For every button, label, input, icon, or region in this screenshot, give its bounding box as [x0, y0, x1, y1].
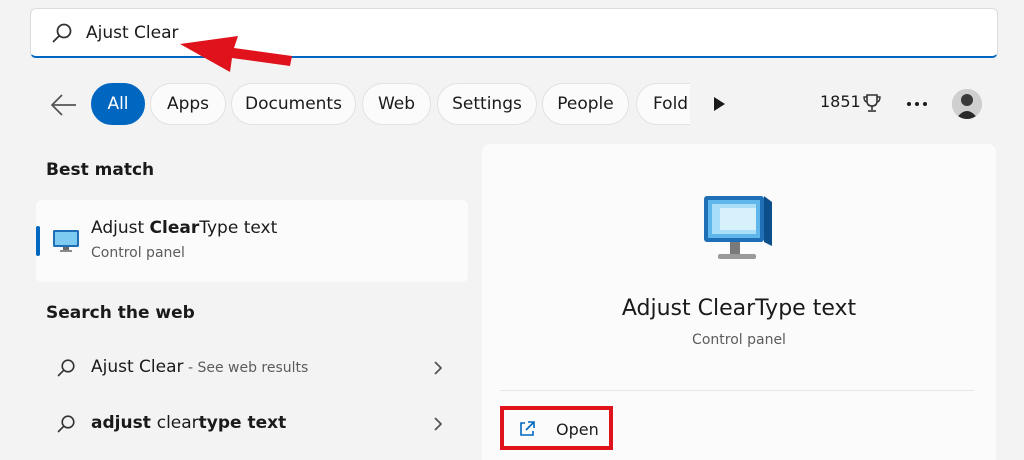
best-match-heading: Best match — [46, 160, 155, 180]
tab-people[interactable]: People — [542, 83, 629, 125]
monitor-icon — [704, 196, 772, 259]
best-match-subtitle: Control panel — [91, 245, 185, 261]
result-preview-panel: Adjust ClearType text Control panel Open — [482, 144, 996, 460]
tab-web[interactable]: Web — [362, 83, 431, 125]
web-result-row[interactable]: Ajust Clear - See web results — [36, 344, 468, 392]
web-result-row[interactable]: adjust cleartype text — [36, 400, 468, 448]
windows-search-panel: All Apps Documents Web Settings People F… — [0, 0, 1024, 460]
rewards-points: 1851 — [820, 92, 861, 111]
best-match-result[interactable]: Adjust ClearType text Control panel — [36, 200, 468, 282]
search-input[interactable] — [86, 19, 966, 47]
tab-apps[interactable]: Apps — [150, 83, 226, 125]
search-icon — [57, 415, 75, 433]
web-result-text: Ajust Clear - See web results — [91, 357, 309, 377]
tab-documents[interactable]: Documents — [231, 83, 356, 125]
tab-folders[interactable]: Fold — [636, 83, 690, 125]
monitor-icon — [53, 230, 79, 252]
open-button[interactable]: Open — [500, 406, 613, 450]
divider — [500, 390, 974, 391]
avatar[interactable] — [952, 89, 982, 119]
preview-subtitle: Control panel — [692, 332, 786, 348]
tab-all[interactable]: All — [91, 83, 145, 125]
selection-indicator — [36, 226, 40, 256]
scroll-right-play-icon[interactable] — [708, 92, 730, 116]
more-options-icon[interactable] — [903, 92, 931, 116]
chevron-right-icon — [434, 417, 442, 431]
web-result-text: adjust cleartype text — [91, 413, 287, 433]
search-box[interactable] — [30, 8, 998, 58]
back-arrow-icon[interactable] — [48, 90, 80, 120]
search-web-heading: Search the web — [46, 303, 195, 323]
trophy-icon[interactable] — [861, 91, 883, 115]
tab-settings[interactable]: Settings — [437, 83, 537, 125]
open-label: Open — [556, 420, 599, 439]
chevron-right-icon — [434, 361, 442, 375]
open-external-icon — [520, 421, 535, 436]
search-icon — [52, 23, 72, 43]
preview-title: Adjust ClearType text — [621, 296, 857, 321]
search-icon — [57, 359, 75, 377]
best-match-title: Adjust ClearType text — [91, 218, 278, 238]
avatar-icon — [952, 89, 982, 119]
